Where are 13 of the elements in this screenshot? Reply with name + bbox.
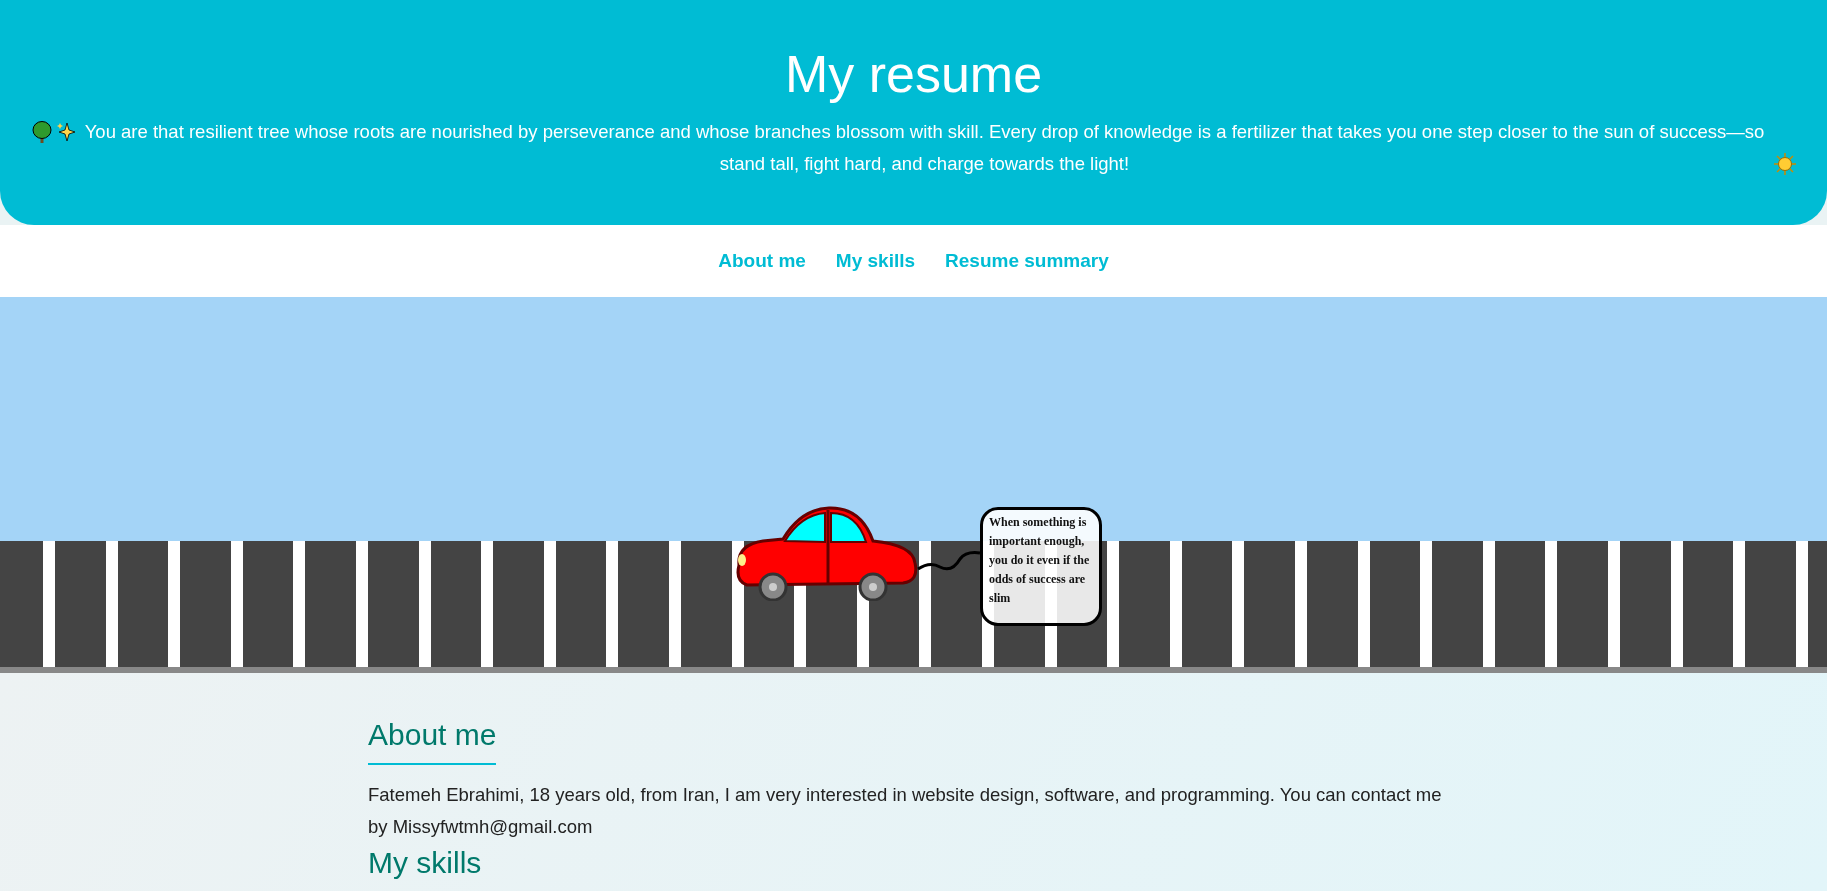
nav-link[interactable]: Resume summary — [945, 250, 1109, 272]
sun-icon — [1773, 153, 1796, 175]
motivational-quote: You are that resilient tree whose roots are nourished by perseverance and whose branches blossom with skill. Every drop of knowledge is a fertilizer that takes you one step closer to the sun of success—so stand tall, fight hard, and charge towards the light! — [83, 120, 1766, 176]
page-title: My resume — [784, 44, 1043, 104]
section-heading: My skills — [368, 845, 483, 881]
about-text: Fatemeh Ebrahimi, 18 years old, from Iran, I am very interested in website design, software, and programming. You can contact me by Missyfwtmh@gmail.com — [368, 783, 1443, 839]
section-heading: About me — [368, 715, 497, 765]
speech-bubble: When something is important enough, you do it even if the odds of success are slim — [980, 507, 1102, 626]
nav-link[interactable]: My skills — [835, 250, 916, 272]
bubble-tail — [916, 549, 982, 573]
sparkle-icon — [55, 121, 76, 143]
nav-link[interactable]: About me — [718, 250, 806, 272]
tree-icon — [31, 121, 52, 143]
